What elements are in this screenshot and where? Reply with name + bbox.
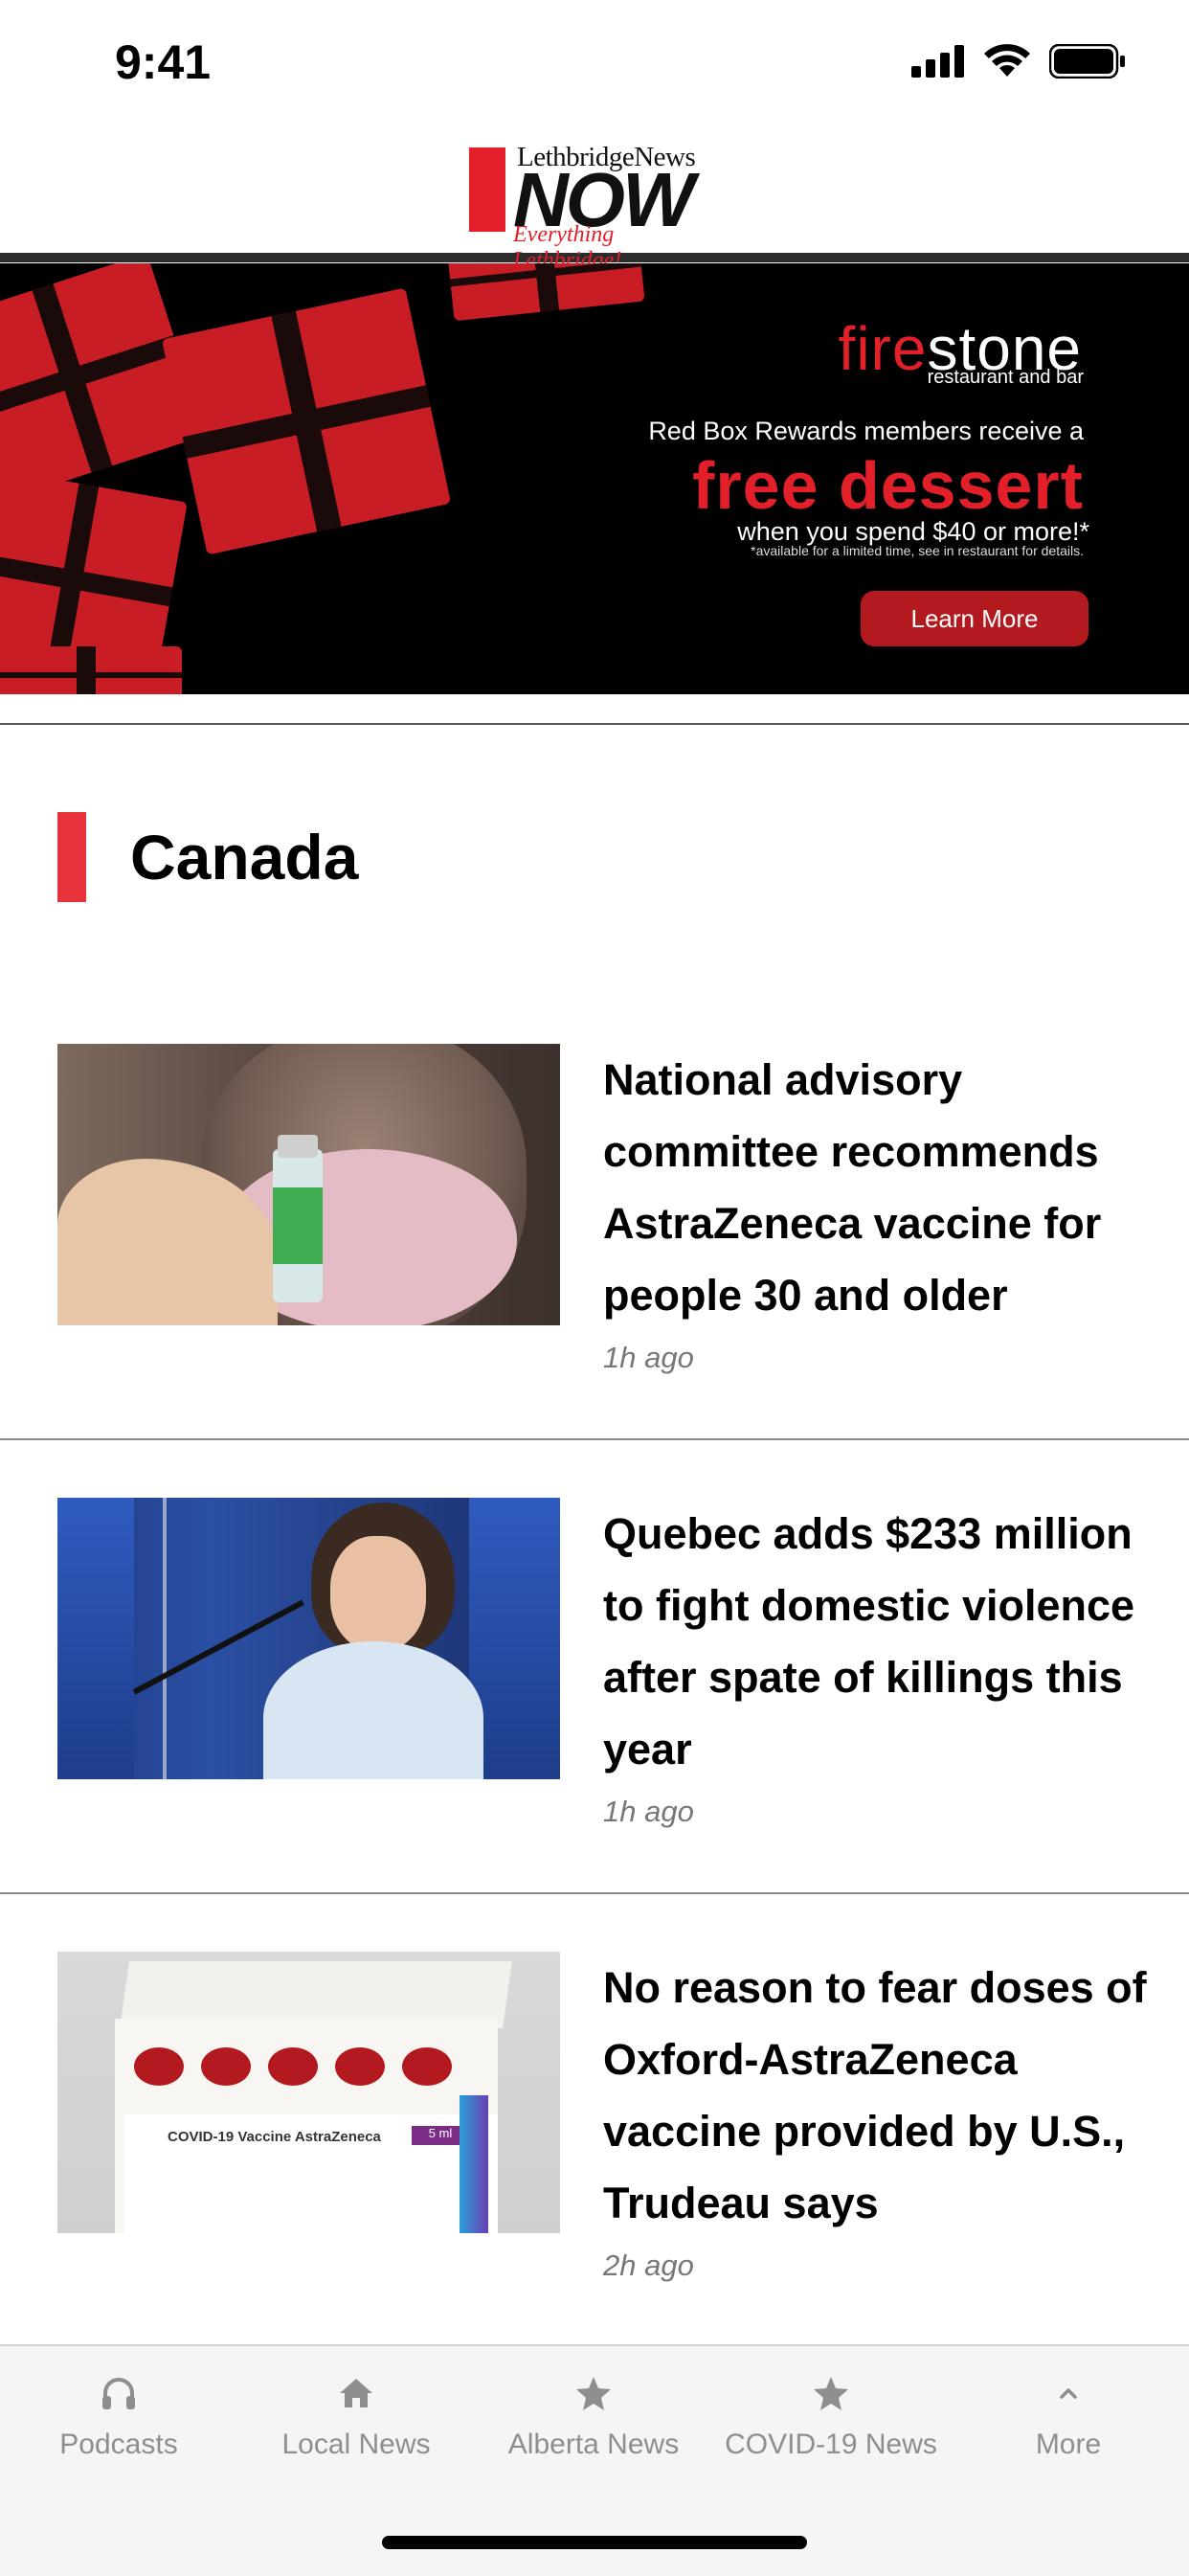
battery-icon [1049, 44, 1125, 79]
tab-alberta-news[interactable]: Alberta News [475, 2369, 712, 2474]
ad-fine-print: *available for a limited time, see in re… [751, 543, 1084, 558]
divider [0, 1438, 1189, 1440]
article-item[interactable]: COVID-19 Vaccine AstraZeneca 5 ml No rea… [0, 1952, 1189, 2344]
app-logo[interactable]: LethbridgeNews NOW Everything Lethbridge… [469, 136, 720, 273]
gift-box-image [161, 287, 452, 555]
logo-red-bar [469, 147, 505, 232]
star-icon [812, 2369, 850, 2417]
article-thumbnail[interactable]: COVID-19 Vaccine AstraZeneca 5 ml [57, 1952, 560, 2233]
status-time: 9:41 [115, 35, 212, 89]
ad-brand-fire: fire [838, 314, 928, 383]
article-item[interactable]: National advisory committee recommends A… [0, 1044, 1189, 1436]
vaccine-box-label: COVID-19 Vaccine AstraZeneca [168, 2129, 381, 2145]
gift-box-image [0, 646, 182, 694]
chevron-up-icon [1049, 2369, 1088, 2417]
divider [0, 723, 1189, 725]
article-headline[interactable]: Quebec adds $233 million to fight domest… [603, 1498, 1158, 1785]
tab-podcasts[interactable]: Podcasts [0, 2369, 237, 2474]
learn-more-button[interactable]: Learn More [861, 591, 1088, 646]
tab-label: Podcasts [59, 2429, 178, 2460]
tab-more[interactable]: More [950, 2369, 1187, 2474]
article-timestamp: 2h ago [603, 2248, 694, 2282]
home-icon [337, 2369, 375, 2417]
ad-banner[interactable]: firestone restaurant and bar Red Box Rew… [0, 263, 1189, 694]
divider [0, 1892, 1189, 1894]
article-thumbnail[interactable] [57, 1498, 560, 1779]
tab-local-news[interactable]: Local News [237, 2369, 475, 2474]
ad-offer-line: Red Box Rewards members receive a [648, 417, 1084, 445]
tab-label: Alberta News [507, 2429, 680, 2460]
section-heading: Canada [57, 812, 358, 902]
star-icon [574, 2369, 613, 2417]
article-timestamp: 1h ago [603, 1795, 694, 1828]
home-indicator[interactable] [382, 2536, 807, 2549]
tab-label: Local News [281, 2429, 431, 2460]
section-accent-bar [57, 812, 86, 902]
cellular-signal-icon [911, 45, 964, 78]
article-item[interactable]: Quebec adds $233 million to fight domest… [0, 1498, 1189, 1890]
ad-brand-subtitle: restaurant and bar [927, 367, 1084, 388]
gift-box-image [446, 263, 645, 322]
app-header: LethbridgeNews NOW Everything Lethbridge… [0, 126, 1189, 273]
headphones-icon [100, 2369, 138, 2417]
article-thumbnail[interactable] [57, 1044, 560, 1325]
article-headline[interactable]: No reason to fear doses of Oxford-AstraZ… [603, 1952, 1158, 2239]
article-headline[interactable]: National advisory committee recommends A… [603, 1044, 1158, 1331]
wifi-icon [984, 44, 1030, 77]
tab-label: COVID-19 News [725, 2429, 937, 2460]
ad-headline: free dessert [692, 448, 1084, 523]
status-bar: 9:41 [0, 0, 1189, 126]
article-timestamp: 1h ago [603, 1341, 694, 1374]
tab-covid-news[interactable]: COVID-19 News [712, 2369, 950, 2474]
section-title: Canada [130, 822, 359, 893]
tab-label: More [1035, 2429, 1102, 2460]
status-icons [911, 44, 1126, 79]
